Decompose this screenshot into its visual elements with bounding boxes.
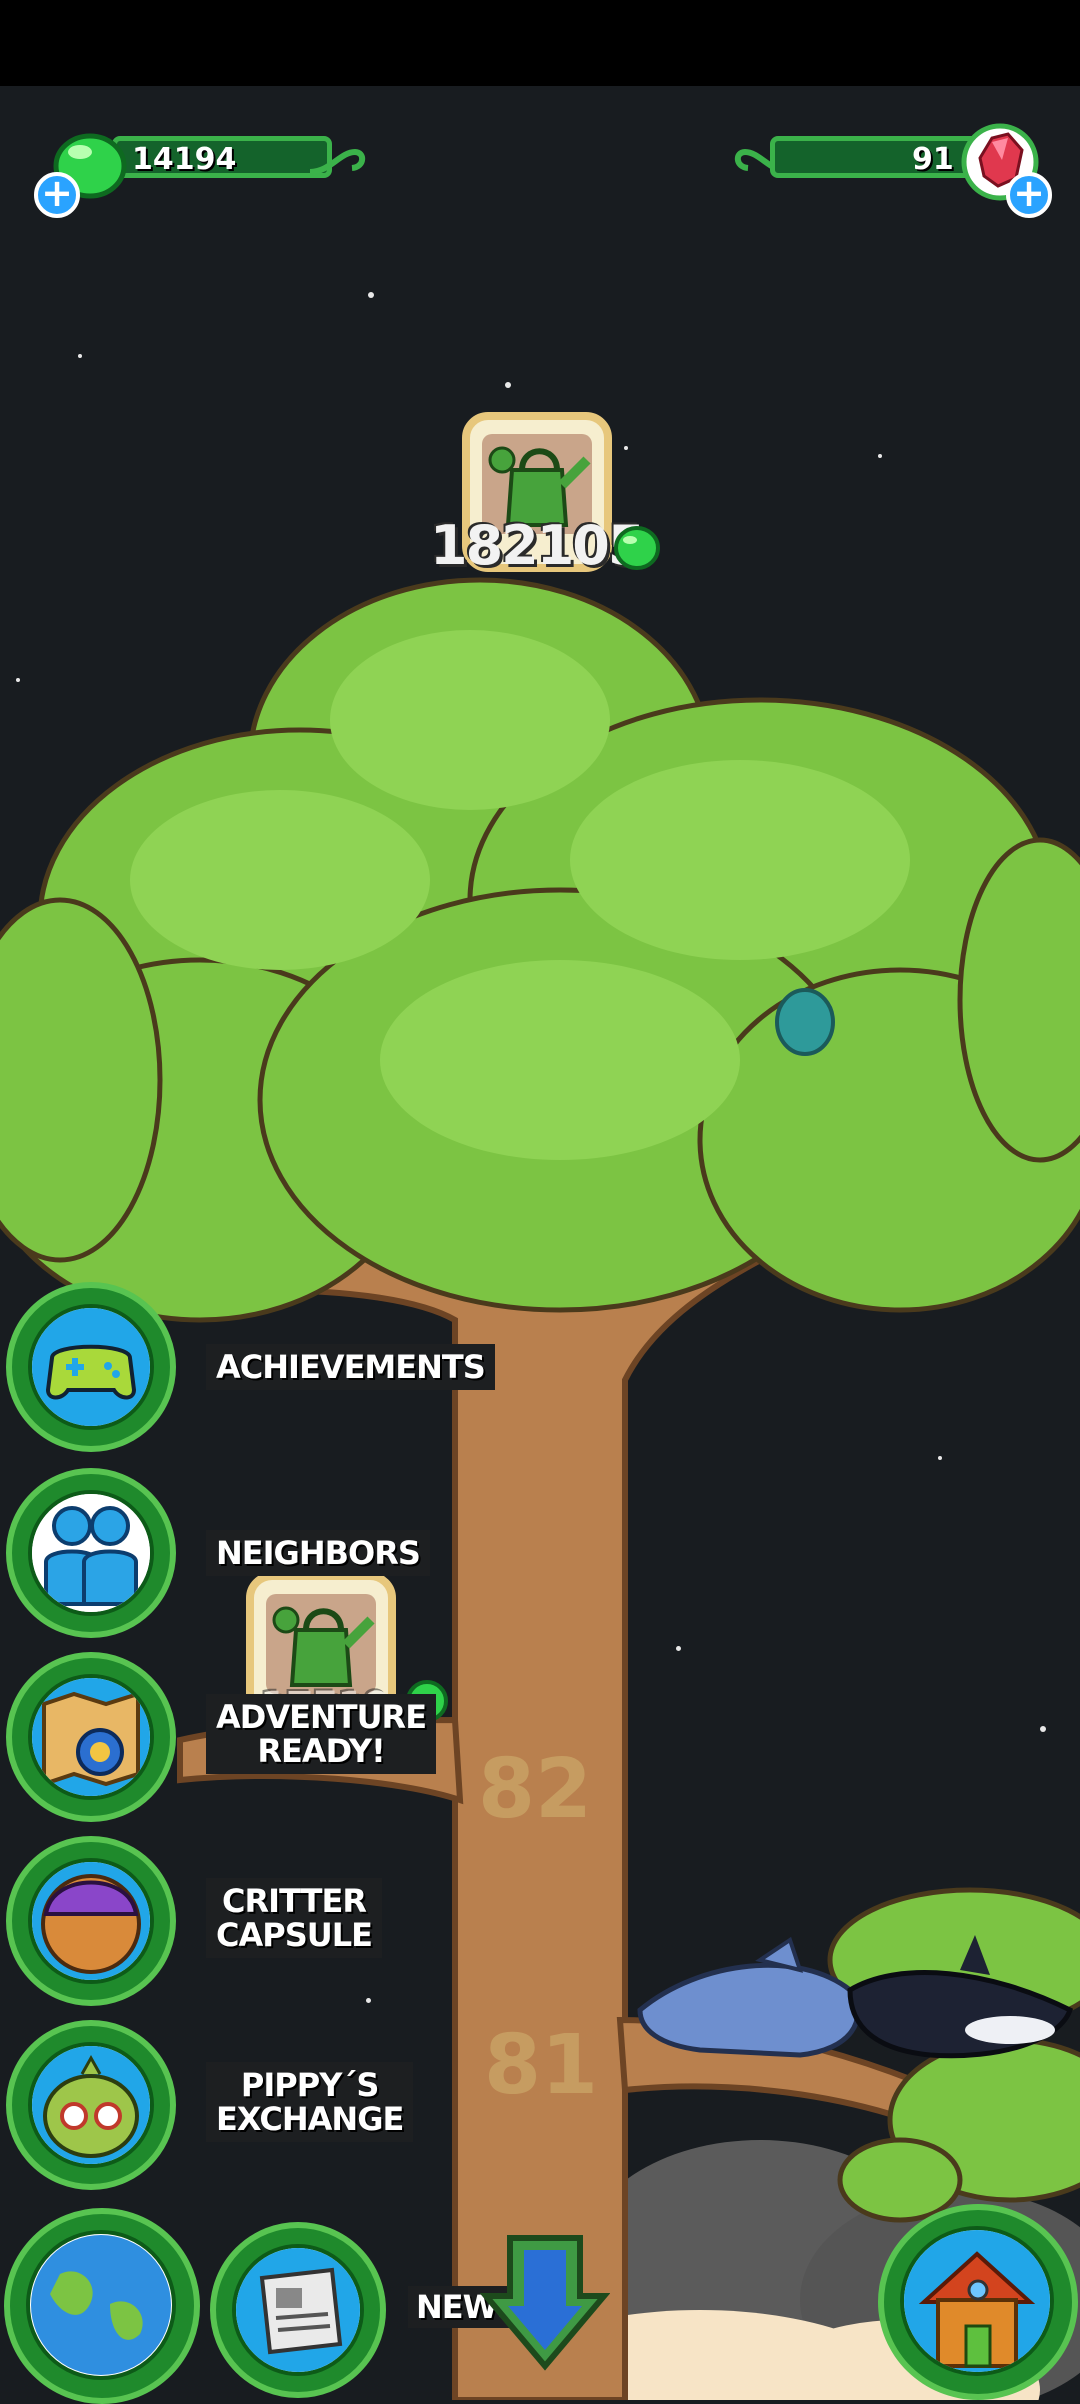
down-arrow-icon[interactable] xyxy=(480,2232,610,2372)
pippys-exchange-label[interactable]: PIPPY´S EXCHANGE xyxy=(206,2062,414,2142)
pippys-exchange-button[interactable] xyxy=(6,2020,176,2190)
map-icon xyxy=(32,1678,150,1796)
droplet-count: 14194 xyxy=(132,142,237,177)
critter-capsule-label[interactable]: CRITTER CAPSULE xyxy=(206,1878,382,1958)
critter-capsule-label-line2: CAPSULE xyxy=(216,1916,373,1954)
controller-icon xyxy=(32,1308,150,1426)
adventure-label[interactable]: ADVENTURE READY! xyxy=(206,1694,437,1774)
news-face xyxy=(232,2244,364,2376)
vine-ornament xyxy=(309,148,366,175)
achievements-label[interactable]: ACHIEVEMENTS xyxy=(206,1344,495,1390)
neighbors-face xyxy=(28,1490,154,1616)
add-gems-button[interactable]: + xyxy=(1006,172,1052,218)
world-map-face xyxy=(26,2230,176,2380)
critter-dolphin xyxy=(637,1936,861,2058)
critter-capsule-face xyxy=(28,1858,154,1984)
home-icon xyxy=(904,2230,1050,2372)
tree-level-81: 81 xyxy=(484,2018,599,2113)
neighbors-label[interactable]: NEIGHBORS xyxy=(206,1530,430,1576)
critter-capsule-label-line1: CRITTER xyxy=(222,1882,367,1920)
adventure-button[interactable] xyxy=(6,1652,176,1822)
green-droplet-icon xyxy=(614,526,660,570)
tree-level-82: 82 xyxy=(478,1742,593,1837)
home-face xyxy=(900,2226,1054,2376)
pippy-icon xyxy=(32,2046,150,2164)
neighbors-icon xyxy=(32,1494,150,1612)
gem-currency-bar[interactable]: 91 + xyxy=(730,123,1060,218)
globe-icon xyxy=(31,2235,171,2375)
home-button[interactable] xyxy=(878,2204,1078,2400)
droplet-currency-bar[interactable]: 14194 + xyxy=(32,132,366,218)
capsule-icon xyxy=(32,1862,150,1980)
pippys-exchange-face xyxy=(28,2042,154,2168)
gem-count: 91 xyxy=(912,142,954,177)
pippys-exchange-label-line2: EXCHANGE xyxy=(216,2100,404,2138)
pippys-exchange-label-line1: PIPPY´S xyxy=(240,2066,379,2104)
achievements-button[interactable] xyxy=(6,1282,176,1452)
critter-capsule-button[interactable] xyxy=(6,1836,176,2006)
achievements-face xyxy=(28,1304,154,1430)
world-map-button[interactable] xyxy=(4,2208,200,2404)
newspaper-icon xyxy=(236,2248,360,2372)
neighbors-button[interactable] xyxy=(6,1468,176,1638)
adventure-label-line2: READY! xyxy=(257,1732,385,1770)
add-droplets-button[interactable]: + xyxy=(34,172,80,218)
news-button[interactable] xyxy=(210,2222,386,2398)
adventure-label-line1: ADVENTURE xyxy=(216,1698,427,1736)
adventure-face xyxy=(28,1674,154,1800)
